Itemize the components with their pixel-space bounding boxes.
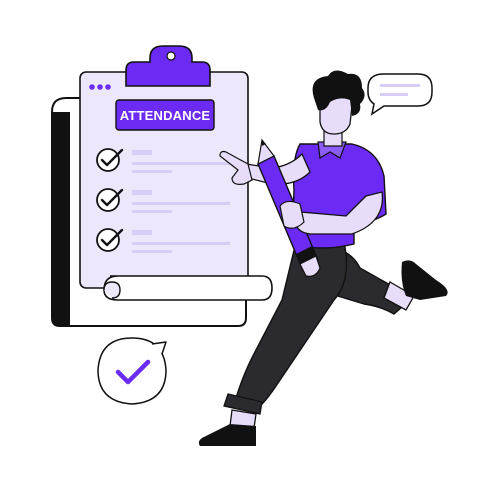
shoe-back-icon [401,260,448,300]
page-title: ATTENDANCE [120,108,211,123]
check-circle-icon [96,148,120,172]
clip-hole [166,51,176,61]
clipboard-back-shadow [52,112,70,326]
check-circle-icon [96,188,120,212]
chat-bubble-icon [367,73,433,116]
shoe-front-icon [198,424,256,446]
row-line [132,190,152,195]
clipboard-clip [125,45,211,87]
leg-front [235,241,348,405]
holding-hand [279,200,305,229]
check-circle-icon [96,228,120,252]
row-line [132,150,152,155]
row-line [132,162,230,165]
attendance-illustration: ATTENDANCE [51,45,448,446]
row-line [132,250,172,253]
row-line [132,242,230,245]
paper-roll [103,275,273,301]
row-line [132,210,172,213]
row-line [132,230,152,235]
check-bubble-icon [97,337,167,405]
row-line [132,170,172,173]
row-line [132,202,230,205]
window-dot-icon [97,84,103,90]
window-dot-icon [89,84,95,90]
window-dot-icon [105,84,111,90]
